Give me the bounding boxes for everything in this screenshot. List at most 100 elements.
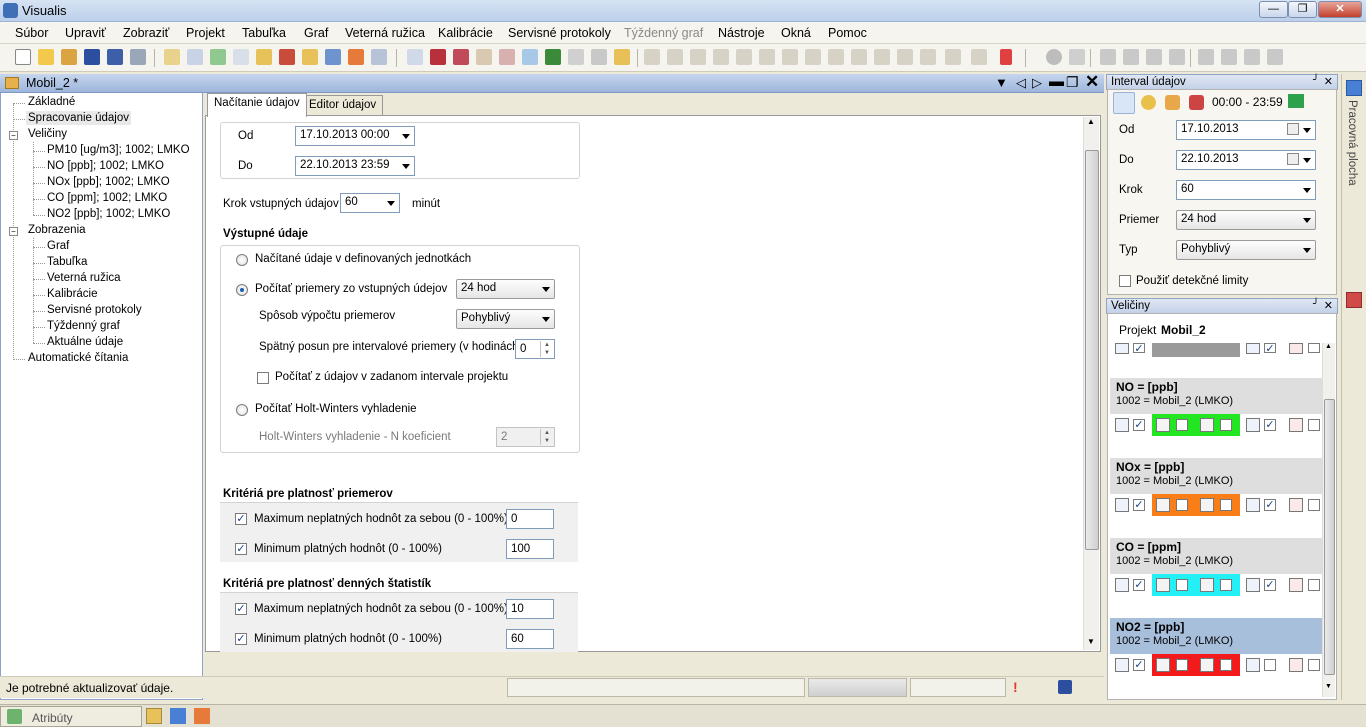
priemer-interval-select[interactable]: 24 hod [456,279,555,299]
first-icon[interactable] [1100,49,1116,65]
collapse-icon[interactable]: − [9,227,18,236]
tree-item-automaticke-citania[interactable]: Automatické čítania [28,352,128,364]
tree-item-velicina[interactable]: NO2 [ppb]; 1002; LMKO [47,208,170,220]
maximize-button[interactable]: ❐ [1288,1,1317,18]
scroll-down-icon[interactable]: ▼ [1087,637,1095,646]
pin-icon[interactable]: ╯ [1313,75,1319,86]
do-datetime-picker[interactable]: 22.10.2013 23:59 [295,156,415,176]
calibration-checkbox[interactable]: ✓ [1264,579,1276,591]
save-icon[interactable] [1058,680,1072,694]
krit4-checkbox[interactable]: ✓ [235,633,247,645]
velicina-item[interactable]: NO = [ppb] 1002 = Mobil_2 (LMKO) ✓ ✓ [1110,378,1322,458]
krit3-checkbox[interactable]: ✓ [235,603,247,615]
color-swatch[interactable] [1152,494,1240,516]
menu-kalibracie[interactable]: Kalibrácie [438,26,493,40]
wind-rose-checkbox[interactable] [1220,579,1232,591]
dropdown-icon[interactable]: ▼ [995,75,1008,90]
menu-veterna-ruzica[interactable]: Veterná ružica [345,26,425,40]
table-settings-icon[interactable] [233,49,249,65]
new-icon[interactable] [15,49,31,65]
tools-icon[interactable] [897,49,913,65]
tab-editor-udajov[interactable]: Editor údajov [302,95,384,117]
interval-do-date[interactable]: 22.10.2013 [1176,150,1316,170]
spinner-icon[interactable]: ▲ ▼ [540,429,553,445]
sort-icon[interactable] [920,49,936,65]
tree-item-velicina[interactable]: NO [ppb]; 1002; LMKO [47,160,164,172]
menu-okna[interactable]: Okná [781,26,811,40]
menu-servisne-protokoly[interactable]: Servisné protokoly [508,26,611,40]
tree-item-zakladne[interactable]: Základné [28,96,75,108]
interval-priemer-select[interactable]: 24 hod [1176,210,1316,230]
windows-icon[interactable] [170,708,186,724]
color-swatch[interactable] [1152,654,1240,676]
graph-checkbox[interactable] [1176,419,1188,431]
wind-checkbox[interactable] [1308,343,1320,353]
workspace-label[interactable]: Pracovná plocha [1346,100,1358,186]
radio-holt-winters[interactable] [236,404,248,416]
wind-rose-checkbox[interactable] [1220,659,1232,671]
spatny-posun-stepper[interactable]: 0 ▲ ▼ [515,339,555,359]
calibration-checkbox[interactable]: ✓ [1264,419,1276,431]
paste-icon[interactable] [782,49,798,65]
wind-icon[interactable] [1289,658,1303,672]
graph-checkbox[interactable] [1176,499,1188,511]
radio-priemery[interactable] [236,284,248,296]
calibration-icon[interactable] [1246,658,1260,672]
last-icon[interactable] [1169,49,1185,65]
warning-icon[interactable] [348,49,364,65]
wind-rose-icon[interactable] [499,49,515,65]
tree-item-aktualne-udaje[interactable]: Aktuálne údaje [47,336,123,348]
tree-item-spracovanie[interactable]: Spracovanie údajov [26,111,132,125]
show-table-checkbox[interactable]: ✓ [1133,419,1145,431]
graph-icon[interactable] [1156,578,1170,592]
table-icon[interactable] [1115,343,1129,354]
menu-tyzdenny-graf[interactable]: Týždenný graf [624,26,703,40]
fast-forward-icon[interactable] [1267,49,1283,65]
tree-item-veterna-ruzica[interactable]: Veterná ružica [47,272,121,284]
cut-icon[interactable] [736,49,752,65]
restore-doc-icon[interactable]: ❐ [1066,74,1079,91]
eraser-icon[interactable] [667,49,683,65]
scroll-up-icon[interactable]: ▲ [1087,117,1095,126]
krit2-checkbox[interactable]: ✓ [235,543,247,555]
calibration-icon[interactable] [1246,418,1260,432]
next-icon[interactable] [1146,49,1162,65]
menu-graf[interactable]: Graf [304,26,328,40]
tree-item-kalibracie[interactable]: Kalibrácie [47,288,98,300]
wind-checkbox[interactable] [1308,579,1320,591]
wind-rose-checkbox[interactable] [1220,499,1232,511]
wind-checkbox[interactable] [1308,659,1320,671]
menu-pomoc[interactable]: Pomoc [828,26,867,40]
show-table-checkbox[interactable]: ✓ [1133,499,1145,511]
spinner-icon[interactable]: ▲ ▼ [540,341,553,357]
velicina-item[interactable]: CO = [ppm] 1002 = Mobil_2 (LMKO) ✓ ✓ [1110,538,1322,618]
notes-icon[interactable] [146,708,162,724]
alert-icon[interactable] [1000,49,1012,65]
calibration-icon[interactable] [1246,343,1260,354]
redo-icon[interactable] [713,49,729,65]
velicina-item[interactable]: NOx = [ppb] 1002 = Mobil_2 (LMKO) ✓ ✓ [1110,458,1322,538]
close-button[interactable]: ✕ [1318,1,1362,18]
calibration-icon[interactable] [522,49,538,65]
table-icon[interactable] [1115,578,1129,592]
step-forward-icon[interactable] [1244,49,1260,65]
tree-item-velicina[interactable]: PM10 [ug/m3]; 1002; LMKO [47,144,190,156]
menu-subor[interactable]: Súbor [15,26,48,40]
show-table-checkbox[interactable]: ✓ [1133,659,1145,671]
wind-checkbox[interactable] [1308,419,1320,431]
layers-icon[interactable] [1346,292,1362,308]
notes-icon[interactable] [591,49,607,65]
clock-icon[interactable] [1141,95,1156,110]
color-swatch[interactable] [1152,343,1240,357]
tree-item-graf[interactable]: Graf [47,240,69,252]
menu-tabulka[interactable]: Tabuľka [242,26,286,40]
minimize-button[interactable]: — [1259,1,1288,18]
menu-projekt[interactable]: Projekt [186,26,225,40]
stop-icon[interactable] [1046,49,1062,65]
filter-clear-icon[interactable] [971,49,987,65]
veliciny-scrollbar[interactable]: ▲ ▼ [1322,343,1335,697]
show-table-checkbox[interactable]: ✓ [1133,579,1145,591]
calibration-icon[interactable] [1246,498,1260,512]
wind-checkbox[interactable] [1308,499,1320,511]
print-icon[interactable] [130,49,146,65]
